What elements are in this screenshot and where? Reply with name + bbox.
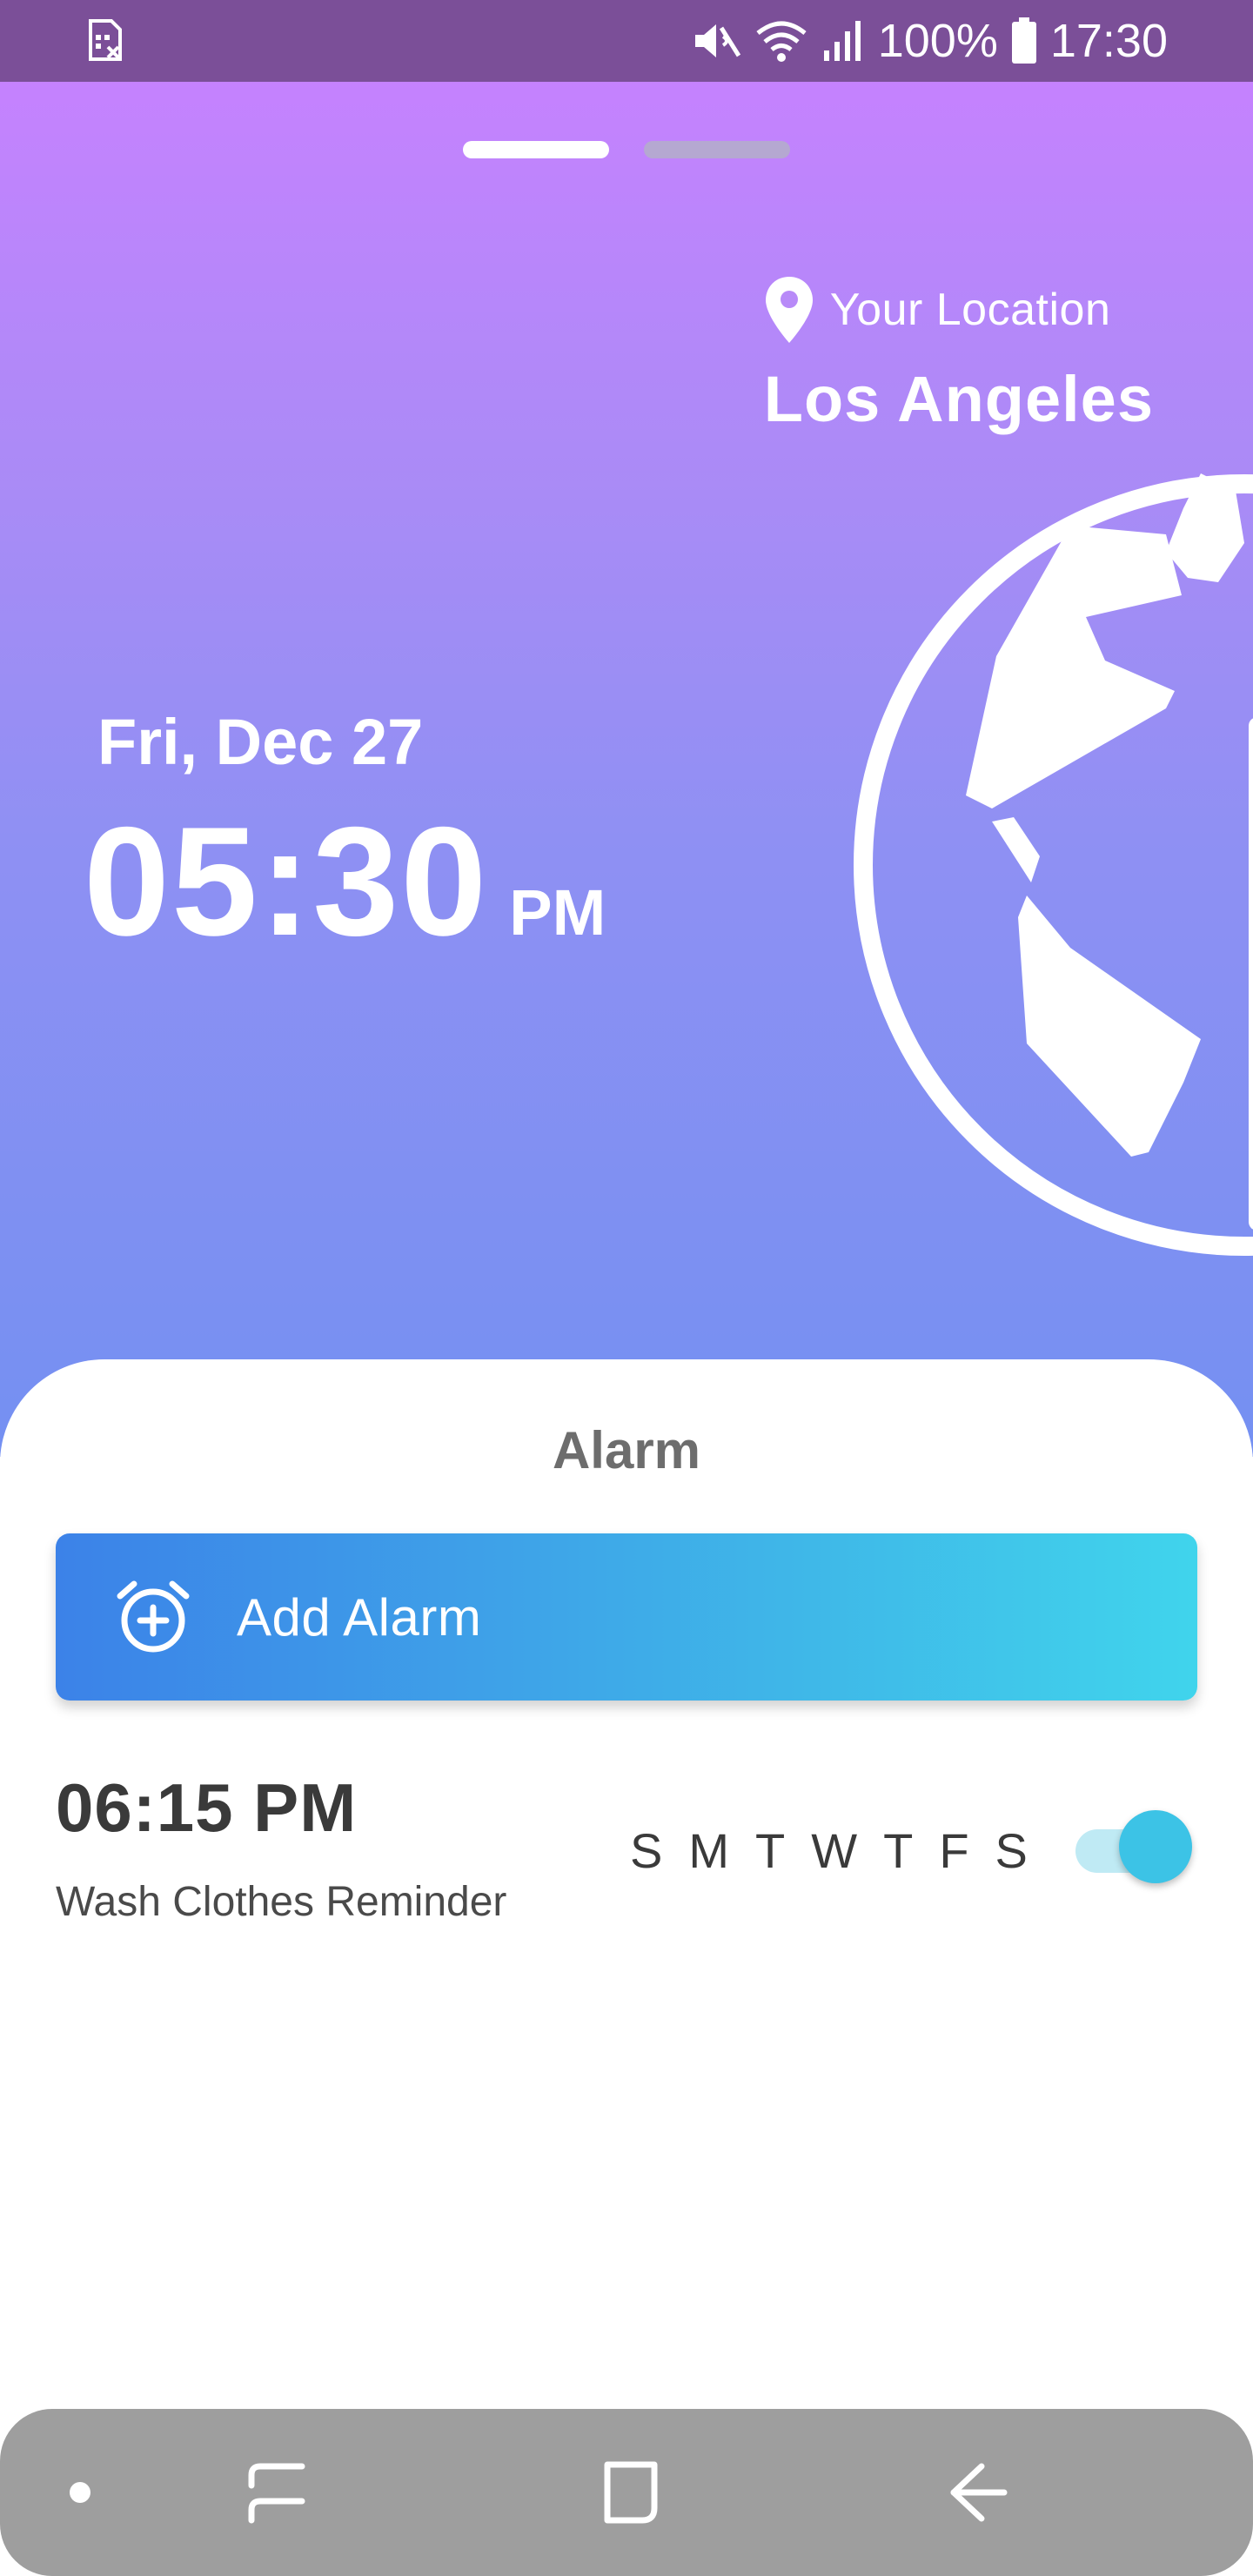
status-icons: 100% 17:30 <box>690 0 1168 82</box>
battery-icon <box>1011 17 1036 64</box>
alarm-sheet: Alarm Add Alarm 06:15 PM Wash Clothes Re… <box>0 1359 1253 2409</box>
nav-home-button[interactable] <box>560 2409 700 2576</box>
alarm-time: 06:15 PM <box>56 1769 358 1846</box>
status-bar: 100% 17:30 <box>0 0 1253 82</box>
wifi-icon <box>756 21 807 62</box>
back-icon <box>950 2463 1008 2522</box>
add-alarm-label: Add Alarm <box>237 1587 482 1647</box>
hero-section: Your Location Los Angeles Fri, Dec 27 05… <box>0 82 1253 1457</box>
add-alarm-button[interactable]: Add Alarm <box>56 1533 1197 1701</box>
battery-percent: 100% <box>877 15 998 67</box>
alarm-day-tuesday: T <box>755 1823 787 1878</box>
dot-icon <box>70 2482 90 2503</box>
alarm-day-wednesday: W <box>811 1823 860 1878</box>
page-indicator-active[interactable] <box>463 141 609 158</box>
current-time-period: PM <box>509 876 606 949</box>
nav-recents-button[interactable] <box>207 2409 346 2576</box>
alarm-day-monday: M <box>688 1823 732 1878</box>
page-indicator <box>0 141 1253 158</box>
current-time-row: 05:30 PM <box>84 804 606 959</box>
status-time: 17:30 <box>1049 15 1168 67</box>
page-indicator-inactive[interactable] <box>644 141 790 158</box>
navigation-bar <box>0 2409 1253 2576</box>
alarm-day-sunday: S <box>630 1823 665 1878</box>
alarm-label: Wash Clothes Reminder <box>56 1879 507 1925</box>
toggle-thumb <box>1119 1810 1192 1883</box>
alarm-days: S M T W T F S <box>630 1822 1029 1879</box>
current-time: 05:30 <box>84 795 489 968</box>
alarm-section-title: Alarm <box>552 1421 701 1479</box>
mute-icon <box>694 24 740 57</box>
current-date: Fri, Dec 27 <box>97 706 424 778</box>
alarm-day-friday: F <box>939 1823 971 1878</box>
location-label: Your Location <box>829 285 1111 335</box>
sim-off-icon <box>89 19 122 61</box>
alarm-add-icon <box>117 1580 190 1653</box>
home-icon <box>604 2461 658 2524</box>
signal-icon <box>823 21 861 61</box>
location-block[interactable]: Your Location Los Angeles <box>764 275 1154 436</box>
alarm-enabled-toggle[interactable] <box>1075 1810 1192 1888</box>
recents-icon <box>248 2463 305 2524</box>
screen: 100% 17:30 Your Location Los Angeles Fri… <box>0 0 1253 2576</box>
nav-back-button[interactable] <box>908 2409 1048 2576</box>
nav-dot-button[interactable] <box>10 2409 150 2576</box>
globe-icon <box>854 473 1253 1256</box>
location-pin-icon <box>765 277 813 343</box>
alarm-day-thursday: T <box>883 1823 915 1878</box>
alarm-list-item[interactable]: 06:15 PM Wash Clothes Reminder S M T W T… <box>56 1768 1197 1942</box>
location-label-row: Your Location <box>764 275 1154 345</box>
alarm-day-saturday: S <box>995 1823 1029 1878</box>
location-city: Los Angeles <box>763 363 1154 435</box>
